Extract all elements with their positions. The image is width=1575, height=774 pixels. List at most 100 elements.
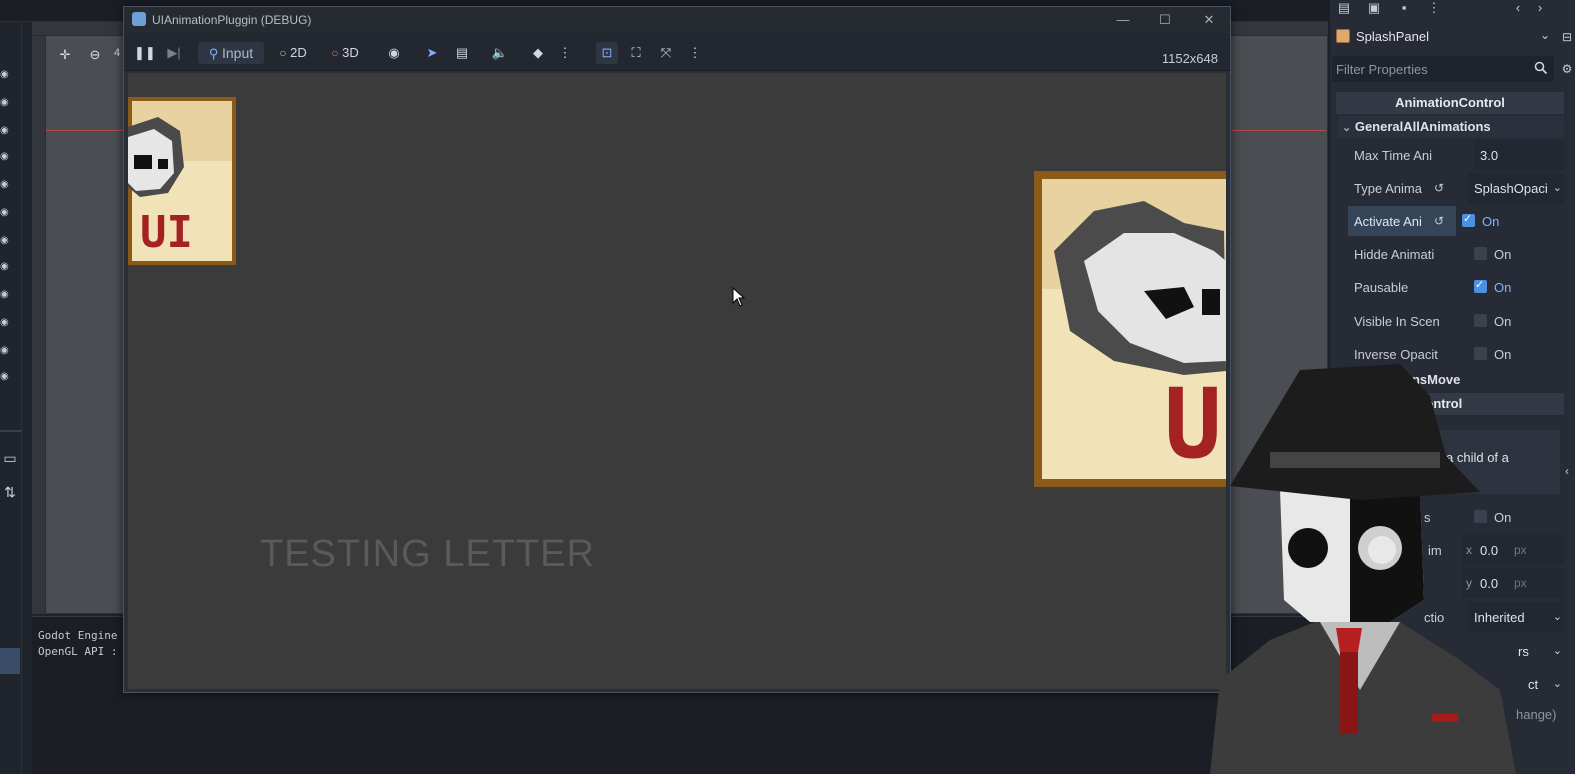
visible-in-scene-toggle[interactable]: On bbox=[1468, 306, 1564, 336]
fullscreen-icon[interactable]: ⤧ bbox=[656, 42, 676, 64]
visibility-eye-icon[interactable]: ◉ bbox=[0, 346, 12, 356]
type-animation-dropdown[interactable]: SplashOpaci ⌄ bbox=[1468, 173, 1564, 203]
filesystem-icon[interactable]: ▭ bbox=[0, 448, 20, 468]
filter-properties-input[interactable]: Filter Properties bbox=[1332, 56, 1554, 82]
pause-icon[interactable]: ❚❚ bbox=[134, 42, 156, 64]
checkbox-unchecked[interactable] bbox=[1474, 347, 1487, 360]
property-value: 3.0 bbox=[1480, 148, 1499, 163]
camera-icon[interactable]: ◆ bbox=[528, 42, 548, 64]
revert-icon[interactable]: ↺ bbox=[1434, 214, 1444, 228]
chevron-left-icon[interactable]: ‹ bbox=[1560, 464, 1574, 478]
chevron-down-icon: ⌄ bbox=[1539, 28, 1550, 42]
mouse-cursor-icon bbox=[732, 287, 746, 307]
max-time-input[interactable]: 3.0 bbox=[1474, 140, 1564, 170]
mode-2d-label: 2D bbox=[290, 45, 307, 60]
list-select-icon[interactable]: ▤ bbox=[452, 42, 472, 64]
node-selector[interactable]: SplashPanel ⌄ bbox=[1332, 24, 1554, 50]
pausable-toggle[interactable]: On bbox=[1468, 272, 1564, 302]
chevron-down-icon: ⌄ bbox=[1342, 122, 1352, 134]
selected-dock-tab[interactable] bbox=[0, 648, 20, 674]
property-label: Activate Ani bbox=[1354, 214, 1422, 229]
pixel-avatar-overlay bbox=[1210, 364, 1516, 774]
checkbox-checked[interactable] bbox=[1474, 278, 1487, 293]
checkbox-label: On bbox=[1494, 314, 1512, 329]
split-icon[interactable]: ⇅ bbox=[0, 482, 20, 502]
debug-game-window: UIAnimationPluggin (DEBUG) — ☐ ✕ ❚❚ ▶| ⚲… bbox=[123, 6, 1231, 693]
checkbox-label: On bbox=[1494, 280, 1512, 295]
new-resource-icon[interactable]: ▤ bbox=[1336, 0, 1352, 16]
activate-animation-toggle[interactable]: On bbox=[1456, 206, 1546, 236]
group-header[interactable]: ⌄ GeneralAllAnimations bbox=[1338, 116, 1564, 138]
checkbox-label: On bbox=[1482, 214, 1500, 229]
revert-icon[interactable]: ↺ bbox=[1434, 181, 1444, 195]
mode-3d-button[interactable]: ○ 3D bbox=[326, 42, 364, 64]
visibility-eye-icon[interactable]: ◉ bbox=[0, 180, 12, 190]
history-back-icon[interactable]: ‹ bbox=[1510, 0, 1526, 16]
resolution-label: 1152x648 bbox=[1161, 51, 1218, 66]
mode-2d-button[interactable]: ○ 2D bbox=[274, 42, 312, 64]
dock-divider bbox=[0, 430, 22, 432]
node-name: SplashPanel bbox=[1356, 29, 1429, 44]
visibility-eye-icon[interactable]: ◉ bbox=[0, 152, 12, 162]
output-line: OpenGL API : bbox=[38, 645, 118, 658]
panel-node-icon bbox=[1336, 29, 1350, 43]
open-folder-icon[interactable]: ▣ bbox=[1366, 0, 1382, 16]
filter-placeholder: Filter Properties bbox=[1336, 62, 1428, 77]
output-line: Godot Engine bbox=[38, 629, 118, 642]
input-toggle-button[interactable]: ⚲ Input bbox=[198, 42, 264, 64]
godot-logo-icon bbox=[132, 12, 146, 26]
game-viewport[interactable]: UI U TESTING LETTER bbox=[128, 73, 1226, 689]
visibility-eye-icon[interactable]: ◉ bbox=[0, 290, 12, 300]
visibility-eye-icon[interactable]: ◉ bbox=[0, 318, 12, 328]
tools-icon[interactable]: ⚙ bbox=[1560, 62, 1574, 76]
property-label: Hidde Animati bbox=[1354, 247, 1435, 262]
window-titlebar[interactable]: UIAnimationPluggin (DEBUG) — ☐ ✕ bbox=[124, 7, 1230, 33]
visibility-eye-icon[interactable]: ◉ bbox=[0, 126, 12, 136]
mode-3d-label: 3D bbox=[342, 45, 359, 60]
save-icon[interactable]: ▪ bbox=[1396, 0, 1412, 16]
visibility-eye-icon[interactable]: ◉ bbox=[0, 208, 12, 218]
godot-editor: ◉ ◉ ◉ ◉ ◉ ◉ ◉ ◉ ◉ ◉ ◉ ◉ ▭ ⇅ ✛ ⊖ 4 Godot … bbox=[0, 0, 1575, 774]
checkbox-unchecked[interactable] bbox=[1474, 247, 1487, 260]
more-options-icon[interactable]: ⋮ bbox=[688, 42, 702, 64]
visibility-eye-icon[interactable]: ◉ bbox=[0, 262, 12, 272]
hide-animation-toggle[interactable]: On bbox=[1468, 239, 1564, 269]
close-button[interactable]: ✕ bbox=[1194, 10, 1224, 30]
zoom-level: 4 bbox=[114, 47, 121, 59]
visibility-eye-icon[interactable]: ◉ bbox=[0, 236, 12, 246]
more-options-icon[interactable]: ⋮ bbox=[1426, 0, 1442, 16]
ui-card-right: U bbox=[1034, 171, 1226, 487]
visibility-eye-icon[interactable]: ◉ bbox=[0, 98, 12, 108]
property-row: Max Time Ani 3.0 bbox=[1348, 140, 1564, 170]
search-icon bbox=[1534, 61, 1548, 75]
more-options-icon[interactable]: ⋮ bbox=[558, 42, 572, 64]
audio-icon[interactable]: 🔈 bbox=[490, 42, 510, 64]
window-title: UIAnimationPluggin (DEBUG) bbox=[152, 13, 312, 27]
expand-icon[interactable]: ⛶ bbox=[626, 42, 646, 64]
property-row: Visible In Scen On bbox=[1348, 306, 1564, 336]
visibility-eye-icon[interactable]: ◉ bbox=[0, 70, 12, 80]
next-frame-icon[interactable]: ▶| bbox=[164, 42, 184, 64]
checkbox-unchecked[interactable] bbox=[1474, 314, 1487, 327]
zoom-out-icon[interactable]: ⊖ bbox=[86, 46, 104, 64]
property-label: Max Time Ani bbox=[1354, 148, 1433, 163]
property-row: Hidde Animati On bbox=[1348, 239, 1564, 269]
game-toolbar: ❚❚ ▶| ⚲ Input ○ 2D ○ 3D ◉ ➤ ▤ 🔈 ◆ ⋮ ⊡ ⛶ … bbox=[124, 33, 1230, 71]
section-header[interactable]: AnimationControl bbox=[1336, 92, 1564, 114]
camera-override-icon[interactable]: ⊡ bbox=[596, 42, 618, 64]
history-icon[interactable]: ⊟ bbox=[1560, 30, 1574, 44]
minimize-button[interactable]: — bbox=[1108, 10, 1138, 30]
property-label: Type Anima bbox=[1354, 181, 1422, 196]
history-forward-icon[interactable]: › bbox=[1532, 0, 1548, 16]
maximize-button[interactable]: ☐ bbox=[1150, 10, 1180, 30]
visibility-eye-icon[interactable]: ◉ bbox=[384, 42, 404, 64]
property-row: Type Anima ↺ SplashOpaci ⌄ bbox=[1348, 173, 1564, 203]
center-view-icon[interactable]: ✛ bbox=[56, 46, 74, 64]
testing-text: TESTING LETTER bbox=[260, 533, 595, 575]
chevron-down-icon: ⌄ bbox=[1552, 645, 1562, 657]
visibility-eye-icon[interactable]: ◉ bbox=[0, 372, 12, 382]
vertical-ruler bbox=[32, 36, 46, 614]
checkbox-checked[interactable] bbox=[1462, 212, 1475, 227]
input-label: Input bbox=[222, 45, 254, 61]
select-arrow-icon[interactable]: ➤ bbox=[422, 42, 442, 64]
